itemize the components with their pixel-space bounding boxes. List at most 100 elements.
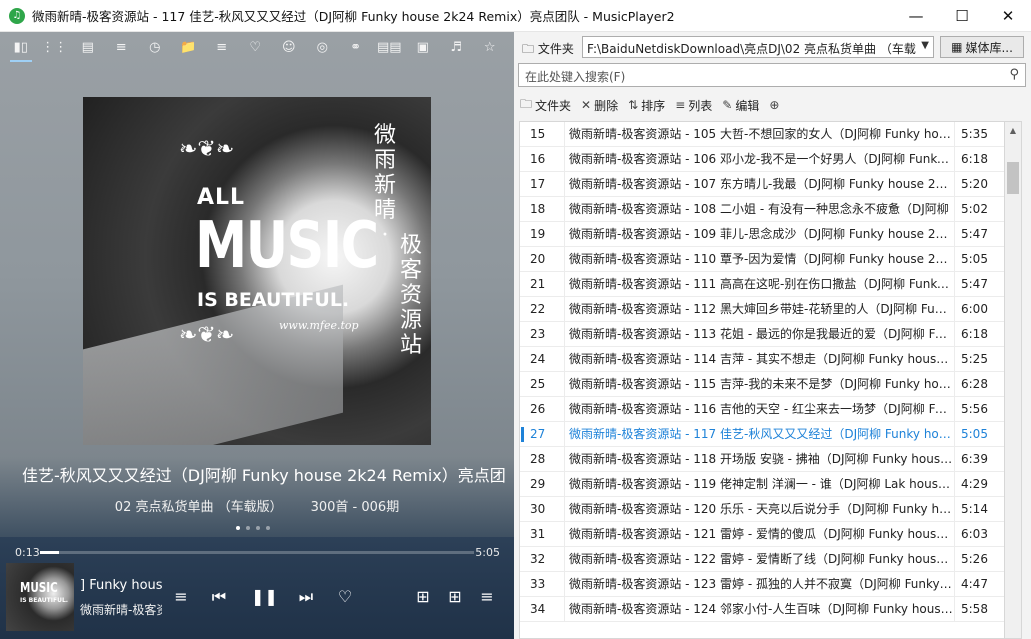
track-row[interactable]: 30 微雨新晴-极客资源站 - 120 乐乐 - 天亮以后说分手（DJ阿柳 Fun… (520, 496, 1004, 522)
list-button[interactable]: ≡ 列表 (675, 97, 712, 114)
lyrics-icon[interactable]: ▤ (71, 32, 105, 62)
track-row[interactable]: 20 微雨新晴-极客资源站 - 110 覃予-因为爱情（DJ阿柳 Funky ho… (520, 246, 1004, 272)
track-duration: 5:05 (954, 246, 1004, 272)
cover-text-all: ALL (197, 185, 246, 210)
recent-icon[interactable]: ◷ (138, 32, 172, 62)
track-row[interactable]: 16 微雨新晴-极客资源站 - 106 邓小龙-我不是一个好男人（DJ阿柳 Fun… (520, 146, 1004, 172)
folder-icon: 🗀 (520, 96, 533, 111)
prev-icon[interactable]: ⏮ (208, 587, 230, 607)
track-duration: 5:14 (954, 496, 1004, 522)
spectrum-bars-icon[interactable]: ▮▯ (4, 32, 38, 62)
cover-char: 晴 (373, 198, 396, 223)
pencil-icon: ✎ (722, 98, 733, 112)
page-dots (236, 526, 270, 530)
track-duration: 5:05 (954, 421, 1004, 447)
track-index: 33 (530, 577, 546, 591)
list-icon[interactable]: ≡ (205, 32, 239, 62)
mini-title: ] Funky house (80, 578, 162, 593)
track-row[interactable]: 17 微雨新晴-极客资源站 - 107 东方晴儿-我最（DJ阿柳 Funky ho… (520, 171, 1004, 197)
mini-album-cover[interactable]: MUSIC IS BEAUTIFUL. (6, 563, 74, 631)
folder-button-label: 文件夹 (535, 98, 572, 113)
scroll-thumb[interactable] (1007, 162, 1019, 194)
sort-button[interactable]: ⇅ 排序 (628, 97, 665, 114)
minimize-icon[interactable]: — (893, 0, 939, 32)
track-name: 微雨新晴-极客资源站 - 120 乐乐 - 天亮以后说分手（DJ阿柳 Funky… (564, 496, 954, 522)
time-current: 0:13 (15, 546, 40, 559)
progress-bar[interactable] (40, 551, 474, 554)
track-index: 32 (530, 552, 546, 566)
cover-char: 源 (399, 308, 422, 333)
repeat-icon[interactable]: ≡ (170, 587, 192, 606)
folder-icon[interactable]: 📁 (172, 32, 206, 62)
track-name: 微雨新晴-极客资源站 - 123 雷婷 - 孤独的人并不寂寞（DJ阿柳 Funk… (564, 571, 954, 597)
library-icon[interactable]: ▤▤ (373, 32, 407, 62)
track-index: 15 (530, 127, 546, 141)
pause-icon[interactable]: ❚❚ (251, 587, 278, 606)
track-row[interactable]: 24 微雨新晴-极客资源站 - 114 吉萍 - 其实不想走（DJ阿柳 Funky… (520, 346, 1004, 372)
track-row[interactable]: 33 微雨新晴-极客资源站 - 123 雷婷 - 孤独的人并不寂寞（DJ阿柳 Fu… (520, 571, 1004, 597)
mini-artist: 微雨新晴-极客资 (80, 603, 162, 617)
track-row[interactable]: 23 微雨新晴-极客资源站 - 113 花姐 - 最远的你是我最近的爱（DJ阿柳 … (520, 321, 1004, 347)
track-list-scrollbar[interactable]: ▲ (1005, 121, 1022, 639)
track-index: 17 (530, 177, 546, 191)
track-row[interactable]: 29 微雨新晴-极客资源站 - 119 佬神定制 洋澜一 - 谁（DJ阿柳 Lak… (520, 471, 1004, 497)
track-duration: 6:39 (954, 446, 1004, 472)
track-row[interactable]: 34 微雨新晴-极客资源站 - 124 邻家小付-人生百味（DJ阿柳 Funky … (520, 596, 1004, 622)
playlist-icon[interactable]: ≡ (105, 32, 139, 62)
track-duration: 5:58 (954, 596, 1004, 622)
cover-char: · (381, 223, 389, 248)
track-name: 微雨新晴-极客资源站 - 113 花姐 - 最远的你是我最近的爱（DJ阿柳 Fu… (564, 321, 954, 347)
window-controls: — ☐ ✕ (893, 0, 1031, 32)
track-row-playing[interactable]: 27 微雨新晴-极客资源站 - 117 佳艺-秋风又又又经过（DJ阿柳 Funky… (520, 421, 1004, 447)
track-row[interactable]: 21 微雨新晴-极客资源站 - 111 高高在这呢-别在伤口撒盐（DJ阿柳 Fun… (520, 271, 1004, 297)
track-row[interactable]: 32 微雨新晴-极客资源站 - 122 雷婷 - 爱情断了线（DJ阿柳 Funky… (520, 546, 1004, 572)
chevron-down-icon[interactable]: ▼ (921, 40, 929, 51)
page-dot[interactable] (236, 526, 240, 530)
star-icon[interactable]: ☆ (473, 32, 507, 62)
waveform-icon[interactable]: ⋮⋮ (38, 32, 72, 62)
track-row[interactable]: 22 微雨新晴-极客资源站 - 112 黑大婶回乡带娃-花轿里的人（DJ阿柳 Fu… (520, 296, 1004, 322)
add-icon[interactable]: ⊞ (412, 587, 434, 606)
page-dot[interactable] (256, 526, 260, 530)
close-icon[interactable]: ✕ (985, 0, 1031, 32)
page-dot[interactable] (266, 526, 270, 530)
track-row[interactable]: 15 微雨新晴-极客资源站 - 105 大哲-不想回家的女人（DJ阿柳 Funky… (520, 122, 1004, 147)
heart-icon[interactable]: ♡ (239, 32, 273, 62)
disc-icon[interactable]: ◎ (306, 32, 340, 62)
track-name: 微雨新晴-极客资源站 - 109 菲儿-思念成沙（DJ阿柳 Funky hous… (564, 221, 954, 247)
track-row[interactable]: 19 微雨新晴-极客资源站 - 109 菲儿-思念成沙（DJ阿柳 Funky ho… (520, 221, 1004, 247)
artist-icon[interactable]: ☺ (272, 32, 306, 62)
cover-url: www.mfee.top (279, 319, 359, 332)
playlist-menu-icon[interactable]: ≡ (476, 587, 498, 606)
track-name: 微雨新晴-极客资源站 - 117 佳艺-秋风又又又经过（DJ阿柳 Funky h… (564, 421, 954, 447)
media-icon[interactable]: ▣ (406, 32, 440, 62)
track-row[interactable]: 18 微雨新晴-极客资源站 - 108 二小姐 - 有没有一种思念永不疲惫（DJ阿… (520, 196, 1004, 222)
cover-text-is-beautiful: IS BEAUTIFUL. (197, 289, 350, 311)
next-icon[interactable]: ⏭ (295, 587, 317, 607)
cover-char: 新 (373, 173, 396, 198)
grid-icon[interactable]: ⊞︎ (444, 587, 466, 606)
folder-button[interactable]: 🗀 文件夹 (520, 95, 571, 116)
format-convert-icon[interactable]: ♬ (440, 32, 474, 62)
delete-button[interactable]: ✕ 删除 (581, 97, 618, 114)
close-icon: ✕ (581, 98, 592, 112)
search-input[interactable]: 在此处键入搜索(F) ⚲ (518, 63, 1026, 87)
folder-path-combobox[interactable]: F:\BaiduNetdiskDownload\亮点DJ\02 亮点私货单曲 （… (582, 36, 934, 58)
track-name: 微雨新晴-极客资源站 - 124 邻家小付-人生百味（DJ阿柳 Funky ho… (564, 596, 954, 622)
track-row[interactable]: 28 微雨新晴-极客资源站 - 118 开场版 安骁 - 拂袖（DJ阿柳 Funk… (520, 446, 1004, 472)
search-icon[interactable]: ⚲ (1009, 67, 1019, 82)
track-duration: 5:26 (954, 546, 1004, 572)
favorite-icon[interactable]: ♡ (334, 587, 356, 606)
media-library-button[interactable]: ▦ 媒体库... (940, 36, 1024, 58)
track-name: 微雨新晴-极客资源站 - 116 吉他的天空 - 红尘来去一场梦（DJ阿柳 Fu… (564, 396, 954, 422)
locate-button[interactable]: ⊕ (769, 98, 779, 112)
edit-button[interactable]: ✎ 编辑 (722, 97, 759, 114)
track-row[interactable]: 25 微雨新晴-极客资源站 - 115 吉萍-我的未来不是梦（DJ阿柳 Funky… (520, 371, 1004, 397)
track-row[interactable]: 26 微雨新晴-极客资源站 - 116 吉他的天空 - 红尘来去一场梦（DJ阿柳 … (520, 396, 1004, 422)
now-playing-extra: 300首 - 006期 (310, 500, 400, 515)
maximize-icon[interactable]: ☐ (939, 0, 985, 32)
page-dot[interactable] (246, 526, 250, 530)
genre-icon[interactable]: ⚭ (339, 32, 373, 62)
track-row[interactable]: 31 微雨新晴-极客资源站 - 121 雷婷 - 爱情的傻瓜（DJ阿柳 Funky… (520, 521, 1004, 547)
scroll-up-icon[interactable]: ▲ (1005, 122, 1021, 139)
